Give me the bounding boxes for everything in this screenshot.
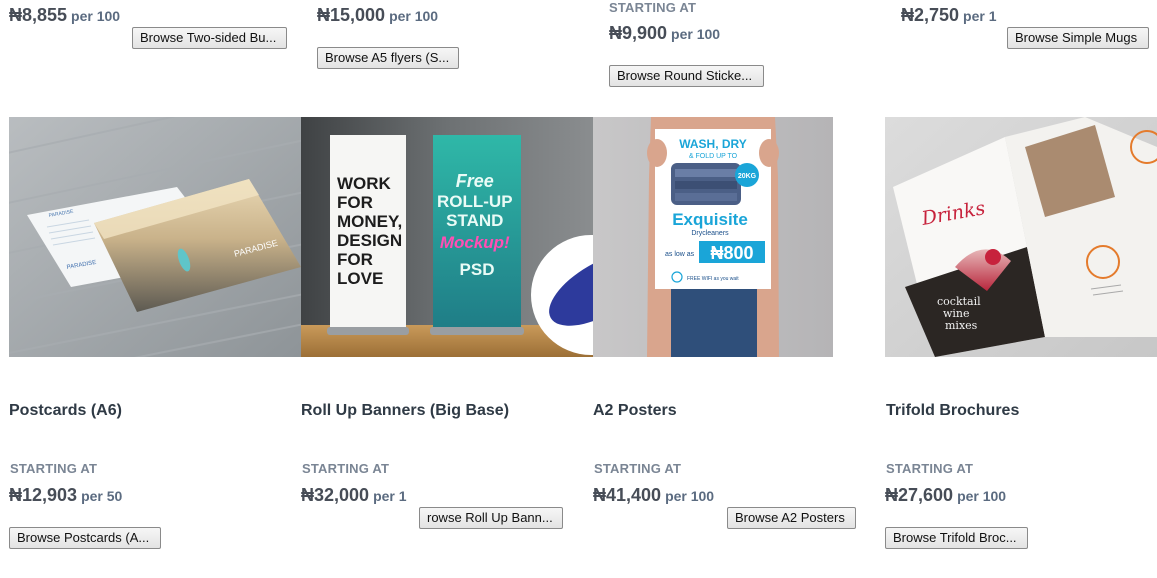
price-label: ₦12,903 per 50	[9, 485, 123, 505]
price-label: ₦2,750 per 1	[901, 5, 997, 25]
price-label: ₦15,000 per 100	[317, 5, 439, 25]
price-label: ₦8,855 per 100	[9, 5, 121, 25]
poster-badge: 20KG	[738, 173, 757, 180]
a2-posters-image[interactable]: WASH, DRY & FOLD UP TO 20KG Exquisite Dr…	[593, 117, 833, 357]
roll-up-banners-image[interactable]: WORK FOR MONEY, DESIGN FOR LOVE Free ROL…	[301, 117, 593, 357]
price-label: ₦32,000 per 1	[301, 485, 407, 505]
product-title[interactable]: A2 Posters	[593, 402, 677, 420]
starting-at-label: STARTING AT	[609, 0, 697, 15]
price-label: ₦41,400 per 100	[593, 485, 715, 505]
product-title[interactable]: Postcards (A6)	[9, 402, 122, 420]
starting-at-label: STARTING AT	[10, 461, 98, 476]
starting-at-label: STARTING AT	[302, 461, 390, 476]
poster-brand: Exquisite	[672, 210, 748, 229]
browse-simple-mugs-button[interactable]: Browse Simple Mugs	[1007, 27, 1149, 49]
browse-trifold-brochures-button[interactable]: Browse Trifold Broc...	[885, 527, 1028, 549]
poster-sub: Drycleaners	[691, 230, 729, 237]
browse-roll-up-banners-button[interactable]: rowse Roll Up Bann...	[419, 507, 563, 529]
poster-line1: WASH, DRY	[679, 137, 747, 151]
browse-round-stickers-button[interactable]: Browse Round Sticke...	[609, 65, 764, 87]
price-label: ₦27,600 per 100	[885, 485, 1007, 505]
poster-line2: & FOLD UP TO	[689, 153, 738, 160]
product-title[interactable]: Roll Up Banners (Big Base)	[301, 402, 509, 420]
starting-at-label: STARTING AT	[886, 461, 974, 476]
browse-postcards-button[interactable]: Browse Postcards (A...	[9, 527, 161, 549]
starting-at-label: STARTING AT	[594, 461, 682, 476]
postcards-image[interactable]: PARADISE PARADISE PARADISE	[9, 117, 301, 357]
product-title[interactable]: Trifold Brochures	[886, 402, 1019, 420]
trifold-brochures-image[interactable]: Drinks cocktail wine mixes	[885, 117, 1157, 357]
browse-a5-flyers-button[interactable]: Browse A5 flyers (S...	[317, 47, 459, 69]
poster-offer: ₦800	[710, 243, 753, 263]
price-label: ₦9,900 per 100	[609, 23, 721, 43]
browse-two-sided-button[interactable]: Browse Two-sided Bu...	[132, 27, 287, 49]
poster-footer: FREE WIFI as you wait	[687, 276, 739, 282]
poster-as-low-as: as low as	[665, 251, 695, 258]
browse-a2-posters-button[interactable]: Browse A2 Posters	[727, 507, 856, 529]
